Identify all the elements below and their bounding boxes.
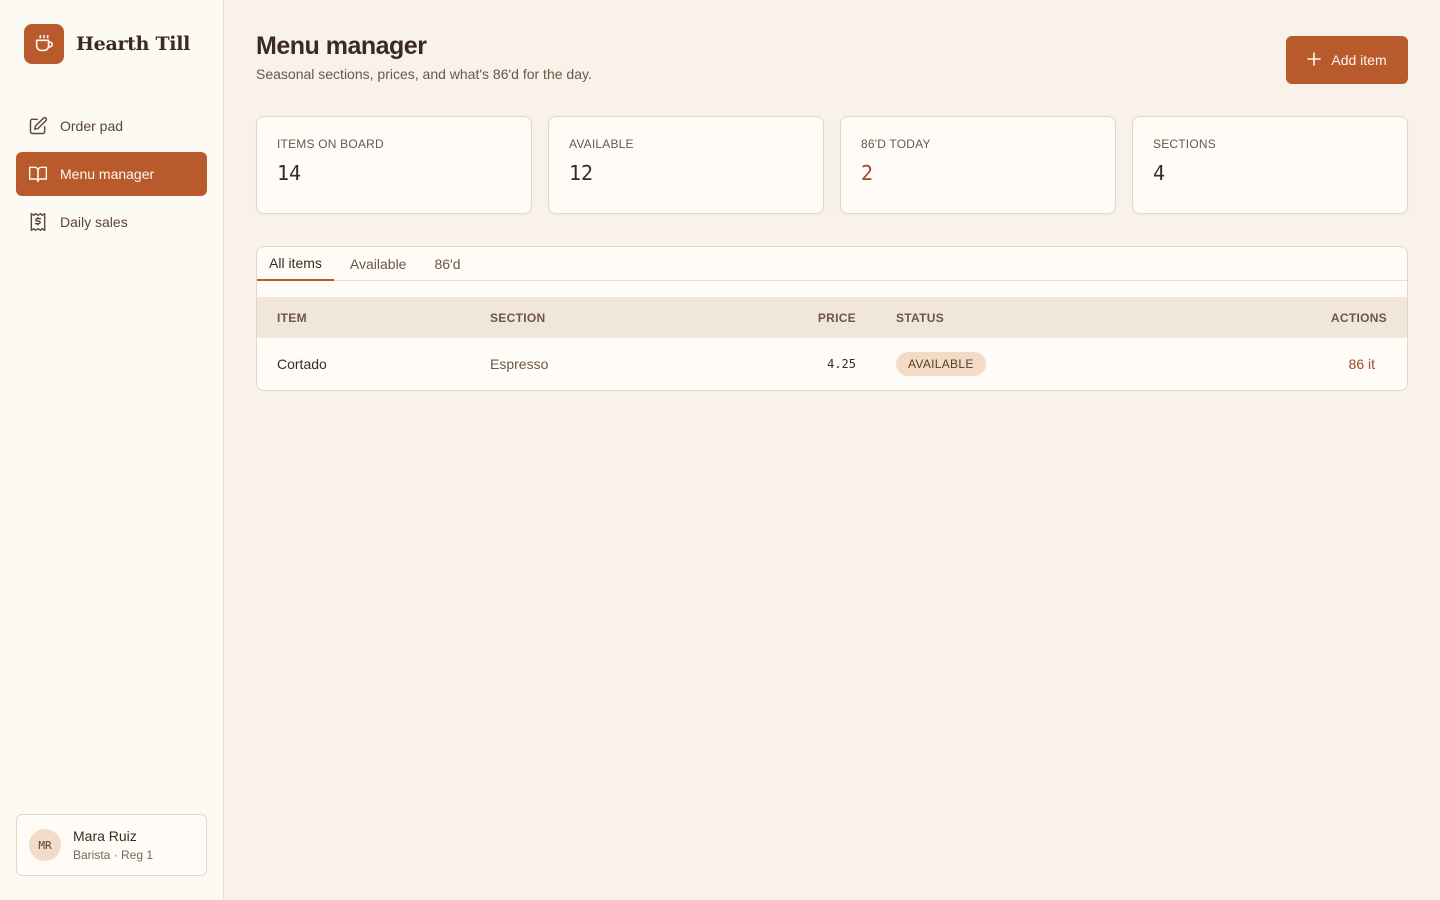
stat-value: 14 bbox=[277, 161, 302, 185]
page-subtitle: Seasonal sections, prices, and what's 86… bbox=[256, 66, 592, 82]
stat-card-sections: SECTIONS 4 bbox=[1132, 116, 1408, 214]
receipt-dollar-icon bbox=[28, 212, 48, 232]
stat-label: ITEMS ON BOARD bbox=[277, 137, 384, 151]
cell-section: Espresso bbox=[490, 356, 549, 372]
sidebar-item-label: Menu manager bbox=[60, 166, 155, 182]
sidebar: Hearth Till Order pad Menu manager Daily… bbox=[0, 0, 224, 900]
plus-icon bbox=[1307, 51, 1322, 69]
user-name: Mara Ruiz bbox=[73, 828, 137, 844]
menu-items-panel: All items Available 86'd ITEM SECTION PR… bbox=[256, 246, 1408, 391]
status-badge: AVAILABLE bbox=[896, 352, 986, 376]
sidebar-item-daily-sales[interactable]: Daily sales bbox=[16, 200, 207, 244]
cell-item: Cortado bbox=[277, 356, 327, 372]
page-title: Menu manager bbox=[256, 32, 427, 60]
stat-value: 12 bbox=[569, 161, 594, 185]
stat-card-items-on-board: ITEMS ON BOARD 14 bbox=[256, 116, 532, 214]
column-header-actions: ACTIONS bbox=[1330, 310, 1387, 325]
stat-card-available: AVAILABLE 12 bbox=[548, 116, 824, 214]
column-header-price: PRICE bbox=[817, 310, 856, 325]
book-open-icon bbox=[28, 164, 48, 184]
stat-label: 86'D TODAY bbox=[861, 137, 931, 151]
table-row: Cortado Espresso 4.25 AVAILABLE 86 it bbox=[257, 338, 1407, 390]
sidebar-item-order-pad[interactable]: Order pad bbox=[16, 104, 207, 148]
stat-label: AVAILABLE bbox=[569, 137, 634, 151]
user-role: Barista · Reg 1 bbox=[73, 848, 154, 862]
stats-row: ITEMS ON BOARD 14 AVAILABLE 12 86'D TODA… bbox=[256, 116, 1408, 214]
brand[interactable]: Hearth Till bbox=[24, 24, 190, 64]
stat-value: 4 bbox=[1153, 161, 1166, 185]
menu-items-table: ITEM SECTION PRICE STATUS ACTIONS Cortad… bbox=[257, 297, 1407, 390]
filter-tabs: All items Available 86'd bbox=[257, 247, 1407, 281]
stat-value: 2 bbox=[861, 161, 874, 185]
table-header: ITEM SECTION PRICE STATUS ACTIONS bbox=[257, 297, 1407, 338]
add-item-button[interactable]: Add item bbox=[1286, 36, 1408, 84]
tab-available[interactable]: Available bbox=[338, 247, 419, 281]
user-info: Mara Ruiz Barista · Reg 1 bbox=[73, 828, 153, 862]
sidebar-item-menu-manager[interactable]: Menu manager bbox=[16, 152, 207, 196]
stat-card-86d-today: 86'D TODAY 2 bbox=[840, 116, 1116, 214]
column-header-status: STATUS bbox=[896, 310, 945, 325]
user-card[interactable]: MR Mara Ruiz Barista · Reg 1 bbox=[16, 814, 207, 876]
cell-status: AVAILABLE bbox=[856, 352, 1206, 376]
tab-86d[interactable]: 86'd bbox=[422, 247, 472, 281]
coffee-cup-icon bbox=[24, 24, 64, 64]
column-header-item: ITEM bbox=[277, 310, 307, 325]
sidebar-item-label: Daily sales bbox=[60, 214, 128, 230]
cell-actions: 86 it bbox=[1206, 356, 1407, 372]
tab-all-items[interactable]: All items bbox=[257, 247, 334, 281]
86-it-button[interactable]: 86 it bbox=[1349, 356, 1387, 372]
stat-label: SECTIONS bbox=[1153, 137, 1216, 151]
add-item-label: Add item bbox=[1331, 52, 1387, 68]
sidebar-item-label: Order pad bbox=[60, 118, 124, 134]
column-header-section: SECTION bbox=[490, 310, 546, 325]
cell-price: 4.25 bbox=[827, 357, 856, 371]
avatar: MR bbox=[29, 829, 61, 861]
brand-name: Hearth Till bbox=[76, 33, 191, 55]
sidebar-nav: Order pad Menu manager Daily sales bbox=[16, 104, 207, 248]
edit-icon bbox=[28, 116, 48, 136]
